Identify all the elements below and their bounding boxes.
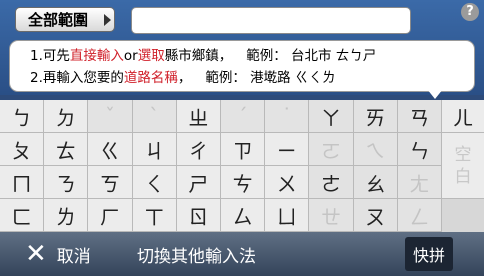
scope-button-label: 全部範圍 xyxy=(28,11,89,29)
key: ˊ xyxy=(221,100,266,133)
key[interactable]: ㄠ xyxy=(353,166,398,199)
key: ㄟ xyxy=(353,133,398,166)
key[interactable]: ㄕ xyxy=(176,166,221,199)
quick-spell-button[interactable]: 快拼 xyxy=(405,237,453,271)
key[interactable]: ㄋ xyxy=(44,166,89,199)
key[interactable]: ㄇ xyxy=(0,166,45,199)
key: ˇ xyxy=(88,100,133,133)
key[interactable]: ㄨ xyxy=(265,166,310,199)
cancel-button[interactable]: ✕ 取消 xyxy=(25,232,91,276)
hint-pointer xyxy=(427,89,443,99)
key[interactable]: ㄙ xyxy=(221,199,266,232)
key[interactable]: ㄔ xyxy=(176,133,221,166)
key[interactable]: ㄗ xyxy=(221,133,266,166)
key[interactable]: ㄎ xyxy=(88,166,133,199)
key[interactable]: ㄑ xyxy=(132,166,177,199)
key[interactable]: ㄡ xyxy=(353,199,398,232)
key[interactable]: ㄓ xyxy=(176,100,221,133)
key[interactable]: ㄜ xyxy=(309,166,354,199)
key[interactable]: ㄏ xyxy=(88,199,133,232)
key: ㄛ xyxy=(309,133,354,166)
key: ㄥ xyxy=(397,199,442,232)
key[interactable]: ㄍ xyxy=(88,133,133,166)
search-input[interactable] xyxy=(131,7,411,34)
space-key: 空 白 xyxy=(442,133,484,199)
scope-select-button[interactable]: 全部範圍 xyxy=(15,7,115,32)
key[interactable]: ㄢ xyxy=(397,100,442,133)
help-icon[interactable]: ? xyxy=(461,3,479,21)
bottom-bar: ✕ 取消 切換其他輸入法 快拼 xyxy=(0,232,484,276)
key: ㄤ xyxy=(397,166,442,199)
key: ˙ xyxy=(265,100,310,133)
chevron-right-icon xyxy=(104,14,111,26)
switch-input-method-button[interactable]: 切換其他輸入法 xyxy=(137,232,256,276)
key[interactable]: ㄉ xyxy=(44,100,89,133)
key[interactable]: ㄈ xyxy=(0,199,45,232)
cancel-label: 取消 xyxy=(56,246,91,267)
close-icon: ✕ xyxy=(25,239,47,269)
key[interactable]: ㄅ xyxy=(0,100,45,133)
hint-line-2: 2.再輸入您要的道路名稱， 範例： 港墘路 ㄍㄑㄌ xyxy=(30,70,336,86)
hint-tooltip: 1.可先直接輸入or選取縣市鄉鎮， 範例： 台北市 ㄊㄅㄕ 2.再輸入您要的道路名… xyxy=(9,40,475,92)
zhuyin-keyboard: ㄅ ㄉ ˇ ˋ ㄓ ˊ ˙ ㄚ ㄞ ㄢ ㄦ ㄆ ㄊ ㄍ ㄐ ㄔ ㄗ ㄧ ㄛ ㄟ … xyxy=(0,100,484,232)
key[interactable]: ㄣ xyxy=(397,133,442,166)
key[interactable]: ㄩ xyxy=(265,199,310,232)
key[interactable]: ㄚ xyxy=(309,100,354,133)
key: ˋ xyxy=(132,100,177,133)
key[interactable]: ㄊ xyxy=(44,133,89,166)
key: ㄝ xyxy=(309,199,354,232)
key[interactable]: ㄖ xyxy=(176,199,221,232)
key[interactable]: ㄒ xyxy=(132,199,177,232)
key[interactable]: ㄧ xyxy=(265,133,310,166)
key[interactable]: ㄌ xyxy=(44,199,89,232)
key[interactable]: ㄞ xyxy=(353,100,398,133)
hint-line-1: 1.可先直接輸入or選取縣市鄉鎮， 範例： 台北市 ㄊㄅㄕ xyxy=(30,48,377,64)
key-er[interactable]: ㄦ xyxy=(442,100,484,133)
header-bar: 全部範圍 ? 1.可先直接輸入or選取縣市鄉鎮， 範例： 台北市 ㄊㄅㄕ 2.再輸… xyxy=(0,0,484,99)
key[interactable]: ㄘ xyxy=(221,166,266,199)
key[interactable]: ㄐ xyxy=(132,133,177,166)
key[interactable]: ㄆ xyxy=(0,133,45,166)
